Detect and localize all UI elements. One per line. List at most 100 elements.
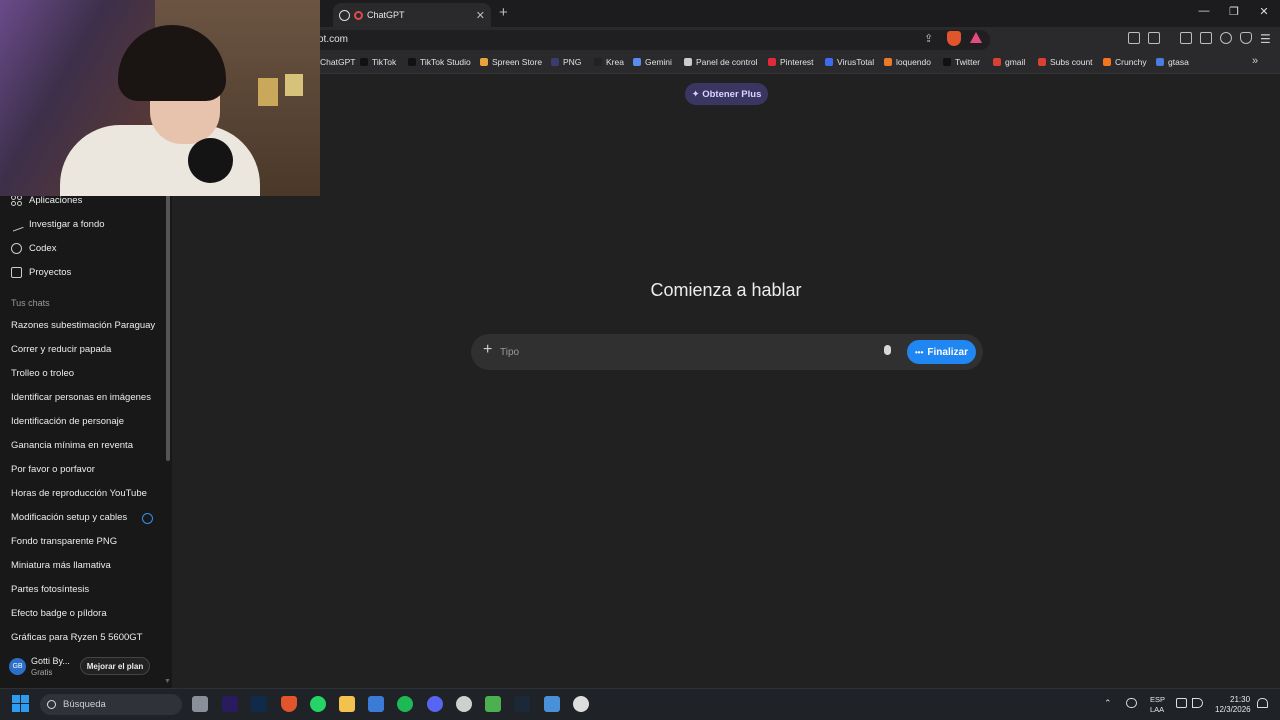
clock-date[interactable]: 12/3/2026 [1215,705,1251,714]
bookmark-tiktok-studio[interactable]: TikTok Studio [408,57,471,67]
bookmark-spreen-store[interactable]: Spreen Store [480,57,542,67]
user-plan: Gratis [31,668,53,677]
bookmarks-more-icon[interactable]: » [1252,55,1258,67]
chat-list-item[interactable]: Miniatura más llamativa [11,560,111,571]
get-plus-button[interactable]: ✦ Obtener Plus [685,83,768,105]
chat-list-item[interactable]: Partes fotosíntesis [11,584,89,595]
sidebar-item-apps[interactable]: Aplicaciones [11,195,82,206]
tray-expand-icon[interactable]: ⌃ [1104,698,1112,709]
leo-ai-icon[interactable] [1220,32,1232,44]
notepad-icon[interactable] [544,696,560,712]
prompt-input[interactable] [500,341,870,363]
chat-list-item[interactable]: Gráficas para Ryzen 5 5600GT [11,632,142,643]
recording-icon [354,10,363,20]
bookmark-tiktok[interactable]: TikTok [360,57,396,67]
store-icon[interactable] [368,696,384,712]
loading-spinner-icon [142,513,153,524]
clock-time[interactable]: 21:30 [1230,695,1250,704]
bookmark-crunchy[interactable]: Crunchy [1103,57,1147,67]
avatar[interactable]: GB [9,658,26,675]
network-icon[interactable] [1176,698,1187,708]
restore-icon[interactable]: ❐ [1224,5,1244,18]
minecraft-icon[interactable] [485,696,501,712]
bookmark-virustotal[interactable]: VirusTotal [825,57,874,67]
user-name[interactable]: Gotti By... [31,656,70,666]
share-icon[interactable]: ⇪ [924,32,933,45]
chat-list-item[interactable]: Razones subestimación Paraguay [11,320,155,331]
sidebar-scrollbar[interactable] [166,176,170,461]
bookmark-loquendo[interactable]: loquendo [884,57,931,67]
sidebar-item-label: Aplicaciones [29,195,83,206]
bookmark-gtasa[interactable]: gtasa [1156,57,1189,67]
vpn-icon[interactable] [1240,32,1252,44]
taskbar-search[interactable]: Búsqueda [40,694,182,715]
finalize-voice-button[interactable]: ••• Finalizar [907,340,976,364]
webcam-microphone [188,138,233,183]
sidebar-item-label: Codex [29,243,57,254]
chat-list-item[interactable]: Correr y reducir papada [11,344,111,355]
tab-chatgpt[interactable]: ChatGPT ✕ [333,3,491,27]
webcam-poster [285,74,303,96]
steam-icon[interactable] [514,696,530,712]
photoshop-icon[interactable] [251,696,267,712]
chat-list-item[interactable]: Horas de reproducción YouTube [11,488,147,499]
new-tab-button[interactable]: + [499,4,508,21]
bookmark-twitter[interactable]: Twitter [943,57,980,67]
address-bar[interactable]: ot.com [300,30,990,50]
close-window-icon[interactable]: ✕ [1254,5,1274,18]
bookmark-krea[interactable]: Krea [594,57,624,67]
volume-icon[interactable] [1192,698,1203,708]
attach-plus-icon[interactable]: + [483,341,492,359]
tray-mic-icon[interactable] [1126,698,1137,708]
sidebar-item-projects[interactable]: Proyectos [11,267,71,278]
bookmark-label: gtasa [1168,57,1189,67]
obs-icon[interactable] [456,696,472,712]
bookmark-label: Gemini [645,57,672,67]
discord-icon[interactable] [427,696,443,712]
bookmark-gmail[interactable]: gmail [993,57,1025,67]
chat-list-item[interactable]: Por favor o porfavor [11,464,95,475]
chat-list-item[interactable]: Fondo transparente PNG [11,536,117,547]
wallet-icon[interactable] [1200,32,1212,44]
task-view-icon[interactable] [192,696,208,712]
close-tab-icon[interactable]: ✕ [476,9,485,22]
chat-list-item[interactable]: Ganancia mínima en reventa [11,440,133,451]
notifications-icon[interactable] [1257,698,1268,708]
chat-list-item[interactable]: Trolleo o troleo [11,368,74,379]
whatsapp-icon[interactable] [310,696,326,712]
scroll-down-icon[interactable]: ▼ [164,678,171,685]
minimize-icon[interactable]: — [1194,5,1214,17]
premiere-icon[interactable] [222,696,238,712]
sidebar-toggle-icon[interactable] [1180,32,1192,44]
app-icon[interactable] [573,696,589,712]
file-explorer-icon[interactable] [339,696,355,712]
microphone-icon[interactable] [884,345,891,355]
screenshot-icon[interactable] [1148,32,1160,44]
bookmark-panel-de-control[interactable]: Panel de control [684,57,757,67]
sidebar-item-codex[interactable]: Codex [11,243,56,254]
brave-rewards-icon[interactable] [970,32,982,43]
brave-shields-icon[interactable] [947,31,961,46]
bookmark-label: ChatGPT [320,57,356,67]
chat-list-item[interactable]: Modificación setup y cables [11,512,127,523]
bookmark-favicon-icon [551,58,559,66]
spotify-icon[interactable] [397,696,413,712]
language-indicator[interactable]: ESP [1150,695,1165,704]
windows-start-icon[interactable] [12,695,29,712]
bookmark-pinterest[interactable]: Pinterest [768,57,814,67]
bookmark-favicon-icon [684,58,692,66]
bookmark-gemini[interactable]: Gemini [633,57,672,67]
keyboard-layout-indicator[interactable]: LAA [1150,705,1164,714]
chat-list-item[interactable]: Efecto badge o píldora [11,608,107,619]
sidebar-item-deep-research[interactable]: Investigar a fondo [9,217,105,232]
upgrade-plan-button[interactable]: Mejorar el plan [80,657,150,675]
chat-list-item[interactable]: Identificación de personaje [11,416,124,427]
codex-icon [11,243,22,254]
brave-icon[interactable] [281,696,297,712]
voice-wave-icon: ••• [915,347,924,357]
bookmark-png[interactable]: PNG [551,57,581,67]
chat-list-item[interactable]: Identificar personas en imágenes [11,392,151,403]
bookmark-subs-count[interactable]: Subs count [1038,57,1093,67]
menu-icon[interactable]: ☰ [1260,32,1271,46]
extensions-icon[interactable] [1128,32,1140,44]
